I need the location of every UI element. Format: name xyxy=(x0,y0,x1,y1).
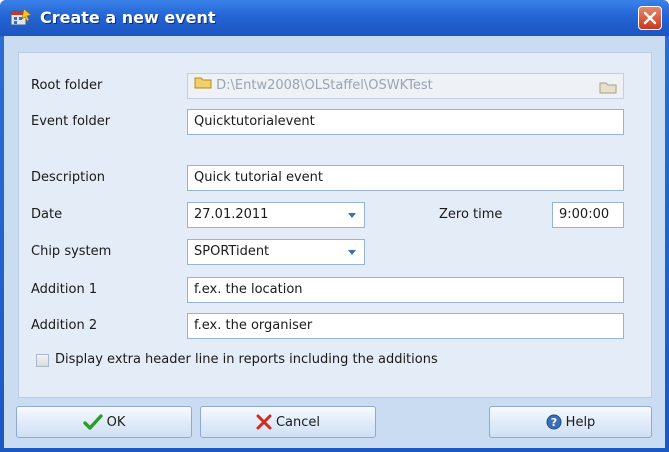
svg-text:?: ? xyxy=(550,416,556,429)
zero-time-label: Zero time xyxy=(439,207,503,222)
addition-2-input[interactable]: f.ex. the organiser xyxy=(187,313,624,339)
description-input[interactable]: Quick tutorial event xyxy=(187,165,624,191)
chevron-down-icon[interactable] xyxy=(348,250,356,255)
title-bar[interactable]: Create a new event xyxy=(0,0,669,36)
zero-time-input[interactable]: 9:00:00 xyxy=(552,202,624,228)
window-title: Create a new event xyxy=(40,8,216,27)
event-folder-label: Event folder xyxy=(31,114,111,129)
date-dropdown[interactable]: 27.01.2011 xyxy=(187,202,365,228)
root-folder-label: Root folder xyxy=(31,78,103,93)
browse-folder-icon[interactable] xyxy=(599,79,617,98)
checkmark-icon xyxy=(82,414,103,430)
help-icon: ? xyxy=(546,414,562,430)
close-button[interactable] xyxy=(638,6,662,30)
help-button-label: Help xyxy=(565,414,596,430)
root-folder-value: D:\Entw2008\OLStaffel\OSWKTest xyxy=(216,78,433,93)
ok-button-label: OK xyxy=(106,414,126,430)
folder-icon xyxy=(194,74,212,98)
ok-button[interactable]: OK xyxy=(16,406,192,438)
date-value: 27.01.2011 xyxy=(194,207,269,222)
chip-system-dropdown[interactable]: SPORTident xyxy=(187,239,365,265)
cancel-button-label: Cancel xyxy=(275,414,321,430)
chevron-down-icon[interactable] xyxy=(348,213,356,218)
app-icon xyxy=(10,8,32,28)
event-folder-input[interactable]: Quicktutorialevent xyxy=(187,109,624,135)
addition-1-label: Addition 1 xyxy=(31,282,98,297)
dialog-window: Create a new event Root folder D:\Entw20… xyxy=(0,0,669,452)
form-panel: Root folder D:\Entw2008\OLStaffel\OSWKTe… xyxy=(18,52,652,398)
date-label: Date xyxy=(31,207,63,222)
root-folder-field: D:\Entw2008\OLStaffel\OSWKTest xyxy=(187,73,624,99)
description-label: Description xyxy=(31,170,106,185)
extra-header-checkbox-label[interactable]: Display extra header line in reports inc… xyxy=(55,352,438,367)
help-button[interactable]: ? Help xyxy=(489,406,652,438)
extra-header-checkbox[interactable] xyxy=(36,354,49,367)
cancel-x-icon xyxy=(256,414,272,430)
chip-system-label: Chip system xyxy=(31,244,112,259)
cancel-button[interactable]: Cancel xyxy=(200,406,376,438)
chip-system-value: SPORTident xyxy=(194,244,270,259)
addition-2-label: Addition 2 xyxy=(31,318,98,333)
close-icon xyxy=(643,11,657,25)
dialog-client-area: Root folder D:\Entw2008\OLStaffel\OSWKTe… xyxy=(4,36,665,448)
addition-1-input[interactable]: f.ex. the location xyxy=(187,277,624,303)
